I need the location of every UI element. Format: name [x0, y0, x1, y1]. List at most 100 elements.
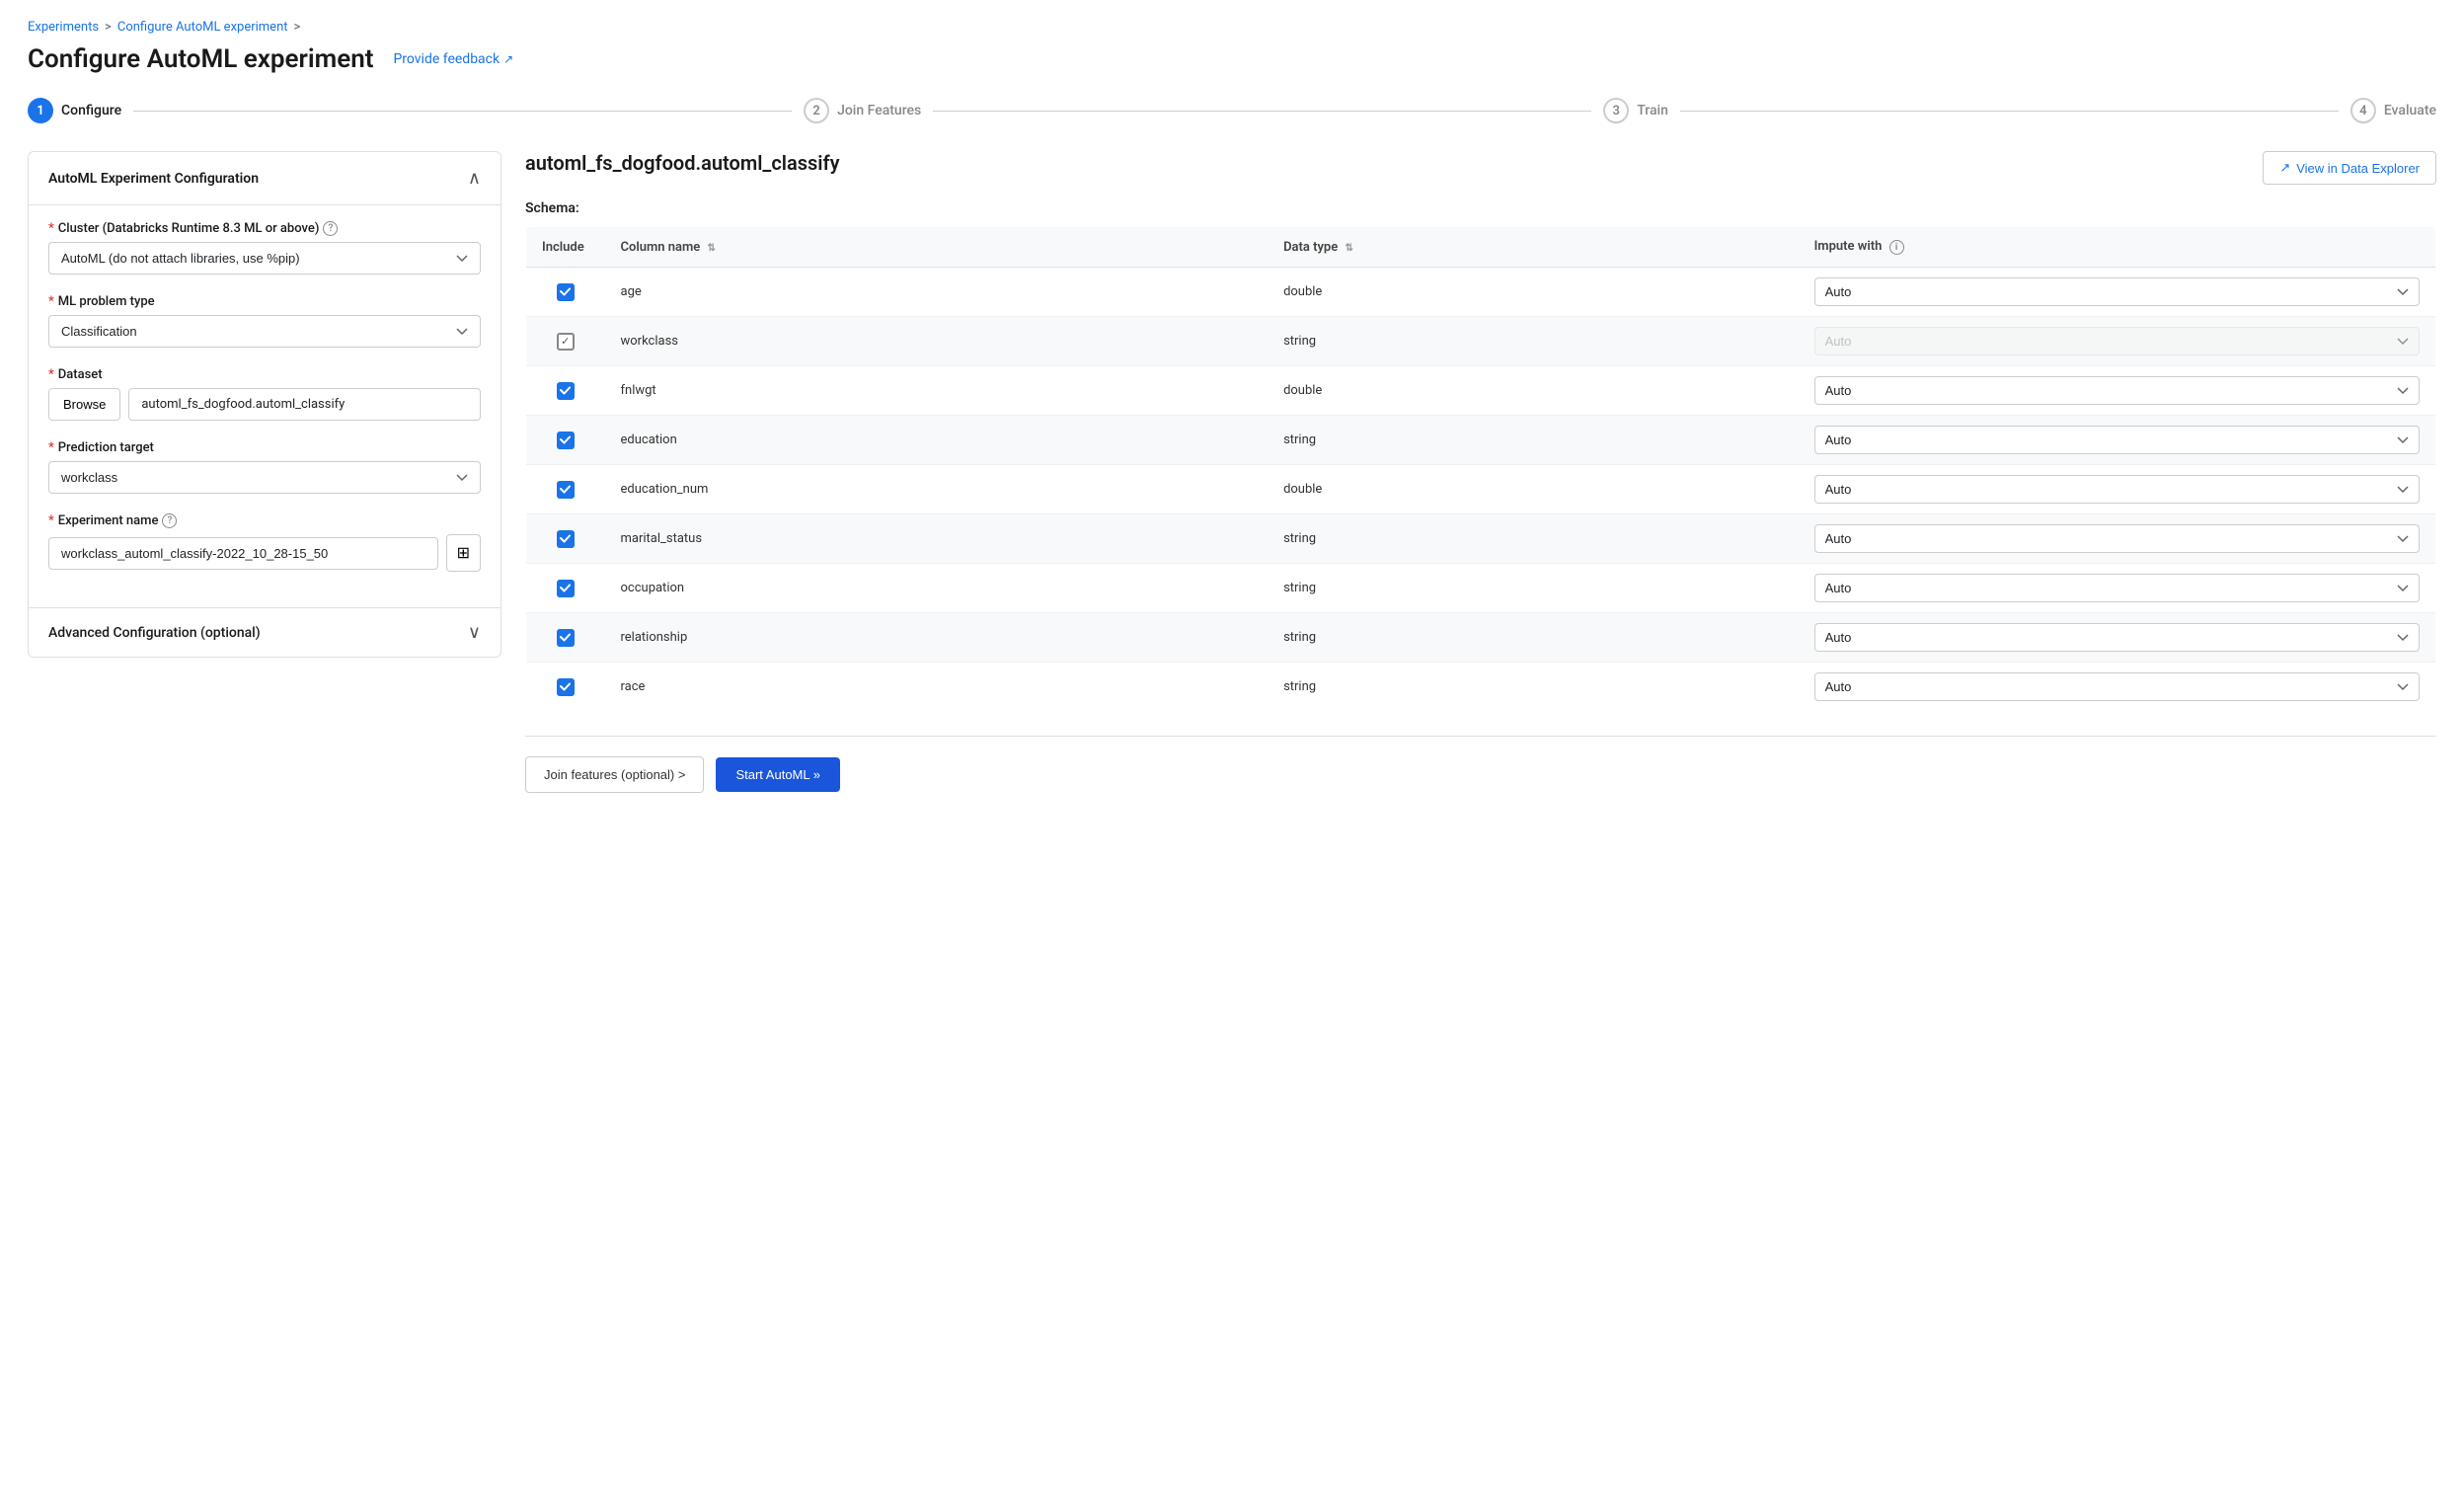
- step-configure[interactable]: 1 Configure: [28, 98, 121, 123]
- advanced-title: Advanced Configuration (optional): [48, 625, 261, 641]
- include-cell: [526, 416, 605, 465]
- checkbox-checked[interactable]: [557, 382, 575, 400]
- step-circle-2: 2: [804, 98, 829, 123]
- right-panel: automl_fs_dogfood.automl_classify ↗ View…: [525, 151, 2436, 793]
- cluster-label: * Cluster (Databricks Runtime 8.3 ML or …: [48, 221, 481, 236]
- include-cell: [526, 465, 605, 514]
- impute-cell: Auto: [1799, 564, 2436, 613]
- include-cell: [526, 268, 605, 317]
- schema-table: Include Column name ⇅ Data type ⇅ Impute…: [525, 226, 2436, 712]
- data-type-cell: string: [1268, 613, 1799, 663]
- impute-cell: Auto: [1799, 663, 2436, 712]
- join-features-button[interactable]: Join features (optional) >: [525, 756, 704, 793]
- step-circle-4: 4: [2350, 98, 2376, 123]
- collapse-icon[interactable]: ∧: [468, 168, 481, 189]
- data-type-cell: string: [1268, 514, 1799, 564]
- advanced-expand-icon[interactable]: ∨: [468, 622, 481, 643]
- notebook-icon-button[interactable]: ⊞: [446, 534, 481, 572]
- step-circle-3: 3: [1603, 98, 1629, 123]
- checkbox-checked[interactable]: [557, 629, 575, 647]
- view-explorer-button[interactable]: ↗ View in Data Explorer: [2263, 151, 2436, 185]
- panel-section-header: AutoML Experiment Configuration ∧: [29, 152, 500, 205]
- data-type-cell: double: [1268, 366, 1799, 416]
- th-data-type[interactable]: Data type ⇅: [1268, 227, 1799, 268]
- impute-select[interactable]: Auto: [1814, 376, 2420, 405]
- th-impute-with: Impute with i: [1799, 227, 2436, 268]
- impute-select[interactable]: Auto: [1814, 623, 2420, 652]
- data-type-cell: string: [1268, 416, 1799, 465]
- step-circle-1: 1: [28, 98, 53, 123]
- checkbox-partial[interactable]: [557, 333, 575, 351]
- table-row: marital_statusstring Auto: [526, 514, 2436, 564]
- step-line-2: [933, 111, 1591, 112]
- checkbox-checked[interactable]: [557, 580, 575, 597]
- column-name-cell: marital_status: [605, 514, 1269, 564]
- ml-problem-label: * ML problem type: [48, 294, 481, 309]
- cluster-select[interactable]: AutoML (do not attach libraries, use %pi…: [48, 242, 481, 275]
- include-cell: [526, 564, 605, 613]
- checkbox-checked[interactable]: [557, 283, 575, 301]
- experiment-name-input[interactable]: [48, 537, 438, 570]
- required-star-cluster: *: [48, 221, 54, 236]
- step-train[interactable]: 3 Train: [1603, 98, 1668, 123]
- required-star-dataset: *: [48, 367, 54, 382]
- advanced-section[interactable]: Advanced Configuration (optional) ∨: [29, 607, 500, 657]
- impute-info-icon[interactable]: i: [1889, 240, 1904, 255]
- sort-icon-column-name: ⇅: [708, 243, 716, 254]
- impute-select[interactable]: Auto: [1814, 574, 2420, 602]
- left-panel: AutoML Experiment Configuration ∧ * Clus…: [28, 151, 501, 658]
- impute-select[interactable]: Auto: [1814, 672, 2420, 701]
- required-star-pred: *: [48, 440, 54, 455]
- impute-cell: Auto: [1799, 317, 2436, 366]
- start-automl-button[interactable]: Start AutoML »: [716, 757, 840, 792]
- include-cell: [526, 366, 605, 416]
- required-star-exp: *: [48, 513, 54, 528]
- column-name-cell: education_num: [605, 465, 1269, 514]
- th-include: Include: [526, 227, 605, 268]
- table-row: education_numdoubleAuto: [526, 465, 2436, 514]
- step-evaluate[interactable]: 4 Evaluate: [2350, 98, 2436, 123]
- feedback-link[interactable]: Provide feedback ↗: [393, 51, 513, 67]
- step-join-features[interactable]: 2 Join Features: [804, 98, 921, 123]
- view-explorer-label: View in Data Explorer: [2296, 161, 2420, 176]
- step-line-1: [133, 111, 792, 112]
- prediction-target-select[interactable]: workclass: [48, 461, 481, 494]
- impute-select[interactable]: Auto: [1814, 524, 2420, 553]
- right-header: automl_fs_dogfood.automl_classify ↗ View…: [525, 151, 2436, 185]
- cluster-help-icon[interactable]: ?: [323, 221, 338, 236]
- form-section: * Cluster (Databricks Runtime 8.3 ML or …: [29, 205, 500, 607]
- breadcrumb-configure[interactable]: Configure AutoML experiment: [117, 20, 288, 35]
- external-link-icon: ↗: [503, 52, 513, 66]
- table-row: racestring Auto: [526, 663, 2436, 712]
- data-type-cell: string: [1268, 663, 1799, 712]
- checkbox-checked[interactable]: [557, 481, 575, 499]
- experiment-help-icon[interactable]: ?: [162, 513, 177, 528]
- checkbox-checked[interactable]: [557, 530, 575, 548]
- ml-problem-select[interactable]: Classification: [48, 315, 481, 348]
- include-cell: [526, 514, 605, 564]
- impute-cell: Auto: [1799, 514, 2436, 564]
- schema-label: Schema:: [525, 200, 2436, 216]
- breadcrumb: Experiments > Configure AutoML experimen…: [28, 20, 2436, 35]
- browse-button[interactable]: Browse: [48, 388, 120, 421]
- page-header: Configure AutoML experiment Provide feed…: [28, 44, 2436, 74]
- checkbox-checked[interactable]: [557, 432, 575, 449]
- impute-cell: Auto: [1799, 268, 2436, 317]
- step-line-3: [1680, 111, 2339, 112]
- external-link-icon-btn: ↗: [2279, 160, 2290, 176]
- th-column-name[interactable]: Column name ⇅: [605, 227, 1269, 268]
- bottom-actions: Join features (optional) > Start AutoML …: [525, 736, 2436, 793]
- column-name-cell: race: [605, 663, 1269, 712]
- impute-select[interactable]: Auto: [1814, 475, 2420, 504]
- column-name-cell: workclass: [605, 317, 1269, 366]
- table-row: fnlwgtdoubleAuto: [526, 366, 2436, 416]
- breadcrumb-experiments[interactable]: Experiments: [28, 20, 99, 35]
- prediction-target-group: * Prediction target workclass: [48, 440, 481, 494]
- impute-select[interactable]: Auto: [1814, 426, 2420, 454]
- impute-select[interactable]: Auto: [1814, 277, 2420, 306]
- prediction-target-label: * Prediction target: [48, 440, 481, 455]
- dataset-value: automl_fs_dogfood.automl_classify: [128, 388, 481, 421]
- step-label-train: Train: [1637, 103, 1668, 118]
- checkbox-checked[interactable]: [557, 678, 575, 696]
- main-layout: AutoML Experiment Configuration ∧ * Clus…: [28, 151, 2436, 793]
